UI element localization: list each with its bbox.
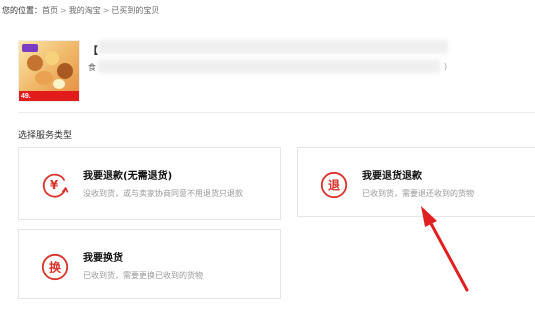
product-subtitle: 食: [88, 63, 96, 72]
breadcrumb-link-my-taobao[interactable]: 我的淘宝: [69, 6, 101, 15]
thumbnail-food-shape: [27, 55, 43, 71]
thumbnail-food-shape: [57, 63, 73, 79]
option-title: 我要退货退款: [362, 171, 422, 182]
thumbnail-food-shape: [53, 79, 65, 89]
option-exchange[interactable]: 换 我要换货 已收到货，需要更换已收到的货物: [18, 229, 281, 299]
breadcrumb: 您的位置：首页 > 我的淘宝 > 已买到的宝贝: [2, 4, 159, 18]
option-description: 没收到货，或与卖家协商同意不用退货只退款: [83, 189, 243, 198]
thumbnail-badge: [22, 44, 38, 52]
option-return-refund[interactable]: 退 我要退货退款 已收到货，需要退还收到的货物: [297, 147, 535, 217]
product-info: 49. 【 食 ): [18, 40, 448, 102]
breadcrumb-separator: >: [102, 6, 110, 15]
thumbnail-price: 49.: [21, 93, 31, 100]
section-label: 选择服务类型: [18, 131, 73, 141]
exchange-icon: 换: [41, 253, 69, 281]
breadcrumb-link-purchased[interactable]: 已买到的宝贝: [111, 6, 159, 15]
divider: [18, 112, 535, 113]
option-description: 已收到货，需要更换已收到的货物: [83, 271, 203, 280]
breadcrumb-separator: >: [60, 6, 67, 15]
return-icon: 退: [320, 171, 348, 199]
blurred-subtitle: [98, 60, 440, 73]
refund-yen-icon: ¥: [41, 171, 69, 199]
product-thumbnail[interactable]: 49.: [18, 40, 80, 102]
option-title: 我要换货: [83, 253, 123, 264]
product-title[interactable]: 【: [88, 42, 98, 57]
thumbnail-food-shape: [35, 71, 53, 85]
breadcrumb-label: 您的位置：: [2, 6, 42, 15]
option-refund-only[interactable]: ¥ 我要退款(无需退货) 没收到货，或与卖家协商同意不用退货只退款: [18, 147, 281, 220]
product-subtitle-suffix: ): [444, 62, 448, 71]
option-description: 已收到货，需要退还收到的货物: [362, 189, 474, 198]
blurred-title: [98, 40, 448, 54]
exchange-icon-glyph: 换: [49, 260, 62, 275]
breadcrumb-link-home[interactable]: 首页: [42, 6, 58, 15]
thumbnail-food-shape: [45, 51, 59, 65]
option-title: 我要退款(无需退货): [83, 171, 173, 182]
return-icon-glyph: 退: [328, 179, 340, 193]
refund-icon-glyph: ¥: [50, 178, 59, 192]
